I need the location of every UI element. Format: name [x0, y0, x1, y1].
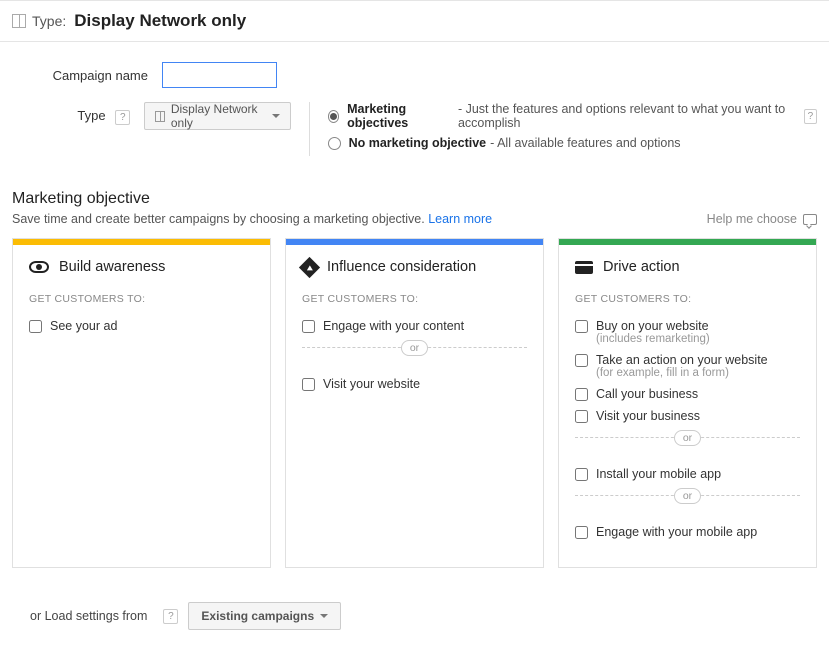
eye-icon	[29, 261, 49, 273]
card-drive-action: Drive action GET CUSTOMERS TO: Buy on yo…	[558, 238, 817, 568]
option-engage-app[interactable]: Engage with your mobile app	[559, 521, 816, 543]
credit-card-icon	[575, 261, 593, 274]
option-visit-website[interactable]: Visit your website	[286, 373, 543, 395]
grid-icon	[155, 111, 165, 122]
help-me-choose[interactable]: Help me choose	[707, 212, 817, 226]
option-label: Engage with your content	[323, 319, 464, 333]
radio-icon	[328, 137, 341, 150]
diamond-icon	[299, 256, 320, 277]
option-label: See your ad	[50, 319, 117, 333]
chevron-down-icon	[320, 614, 328, 618]
checkbox[interactable]	[575, 320, 588, 333]
radio-label: No marketing objective	[349, 136, 487, 150]
marketing-objective-section: Marketing objective Save time and create…	[0, 180, 829, 226]
option-secondary: (for example, fill in a form)	[596, 367, 768, 379]
card-subheader: GET CUSTOMERS TO:	[286, 287, 543, 315]
radio-desc: - All available features and options	[490, 136, 680, 150]
option-text: Take an action on your website	[596, 353, 768, 367]
help-me-choose-label: Help me choose	[707, 212, 797, 226]
checkbox[interactable]	[575, 468, 588, 481]
chat-bubble-icon	[803, 214, 817, 225]
option-secondary: (includes remarketing)	[596, 333, 710, 345]
option-label: Install your mobile app	[596, 467, 721, 481]
campaign-name-input[interactable]	[162, 62, 277, 88]
card-title: Influence consideration	[327, 259, 476, 275]
type-dropdown[interactable]: Display Network only	[144, 102, 290, 130]
option-text: Buy on your website	[596, 319, 709, 333]
card-influence-consideration: Influence consideration GET CUSTOMERS TO…	[285, 238, 544, 568]
card-header: Influence consideration	[286, 245, 543, 287]
subtitle-text: Save time and create better campaigns by…	[12, 212, 428, 226]
campaign-name-label: Campaign name	[12, 68, 162, 83]
option-call-business[interactable]: Call your business	[559, 383, 816, 405]
option-take-action-website[interactable]: Take an action on your website (for exam…	[559, 349, 816, 383]
option-label: Take an action on your website (for exam…	[596, 353, 768, 379]
option-label: Visit your website	[323, 377, 420, 391]
type-field-label: Type ?	[12, 102, 144, 125]
or-label: or	[674, 488, 701, 504]
checkbox[interactable]	[302, 320, 315, 333]
radio-desc: - Just the features and options relevant…	[458, 102, 798, 130]
checkbox[interactable]	[575, 526, 588, 539]
page-header: Type: Display Network only	[0, 0, 829, 42]
option-engage-content[interactable]: Engage with your content	[286, 315, 543, 337]
card-subheader: GET CUSTOMERS TO:	[559, 287, 816, 315]
type-row: Type ? Display Network only Marketing ob…	[12, 102, 817, 156]
type-options: Marketing objectives - Just the features…	[309, 102, 817, 156]
card-header: Build awareness	[13, 245, 270, 287]
option-buy-on-website[interactable]: Buy on your website (includes remarketin…	[559, 315, 816, 349]
or-load-label: or Load settings from	[30, 609, 147, 623]
checkbox[interactable]	[29, 320, 42, 333]
radio-label: Marketing objectives	[347, 102, 454, 130]
type-label-text: Type	[77, 108, 105, 123]
option-install-app[interactable]: Install your mobile app	[559, 463, 816, 485]
checkbox[interactable]	[575, 354, 588, 367]
radio-no-marketing-objective[interactable]: No marketing objective - All available f…	[328, 136, 817, 150]
type-label: Type:	[32, 13, 66, 29]
card-subheader: GET CUSTOMERS TO:	[13, 287, 270, 315]
type-value: Display Network only	[74, 11, 246, 31]
footer-row: or Load settings from ? Existing campaig…	[0, 588, 829, 654]
learn-more-link[interactable]: Learn more	[428, 212, 492, 226]
or-divider: or	[302, 347, 527, 363]
card-header: Drive action	[559, 245, 816, 287]
option-label: Call your business	[596, 387, 698, 401]
card-title: Build awareness	[59, 259, 165, 275]
grid-icon	[12, 14, 26, 28]
card-title: Drive action	[603, 259, 680, 275]
chevron-down-icon	[272, 114, 280, 118]
option-label: Visit your business	[596, 409, 700, 423]
option-label: Engage with your mobile app	[596, 525, 757, 539]
objective-cards: Build awareness GET CUSTOMERS TO: See yo…	[0, 238, 829, 588]
checkbox[interactable]	[575, 388, 588, 401]
form-area: Campaign name Type ? Display Network onl…	[0, 42, 829, 180]
type-dropdown-value: Display Network only	[171, 102, 266, 130]
help-icon[interactable]: ?	[115, 110, 130, 125]
option-label: Buy on your website (includes remarketin…	[596, 319, 710, 345]
or-divider: or	[575, 437, 800, 453]
or-label: or	[674, 430, 701, 446]
button-label: Existing campaigns	[201, 609, 314, 623]
help-icon[interactable]: ?	[163, 609, 178, 624]
card-build-awareness: Build awareness GET CUSTOMERS TO: See yo…	[12, 238, 271, 568]
radio-marketing-objectives[interactable]: Marketing objectives - Just the features…	[328, 102, 817, 130]
campaign-name-row: Campaign name	[12, 62, 817, 88]
section-subtitle: Save time and create better campaigns by…	[12, 212, 492, 226]
option-visit-business[interactable]: Visit your business	[559, 405, 816, 427]
or-label: or	[401, 340, 428, 356]
help-icon[interactable]: ?	[804, 109, 817, 124]
section-title: Marketing objective	[12, 190, 817, 208]
radio-icon	[328, 110, 340, 123]
checkbox[interactable]	[575, 410, 588, 423]
checkbox[interactable]	[302, 378, 315, 391]
or-divider: or	[575, 495, 800, 511]
option-see-your-ad[interactable]: See your ad	[13, 315, 270, 337]
existing-campaigns-dropdown[interactable]: Existing campaigns	[188, 602, 341, 630]
section-sub-row: Save time and create better campaigns by…	[12, 212, 817, 226]
